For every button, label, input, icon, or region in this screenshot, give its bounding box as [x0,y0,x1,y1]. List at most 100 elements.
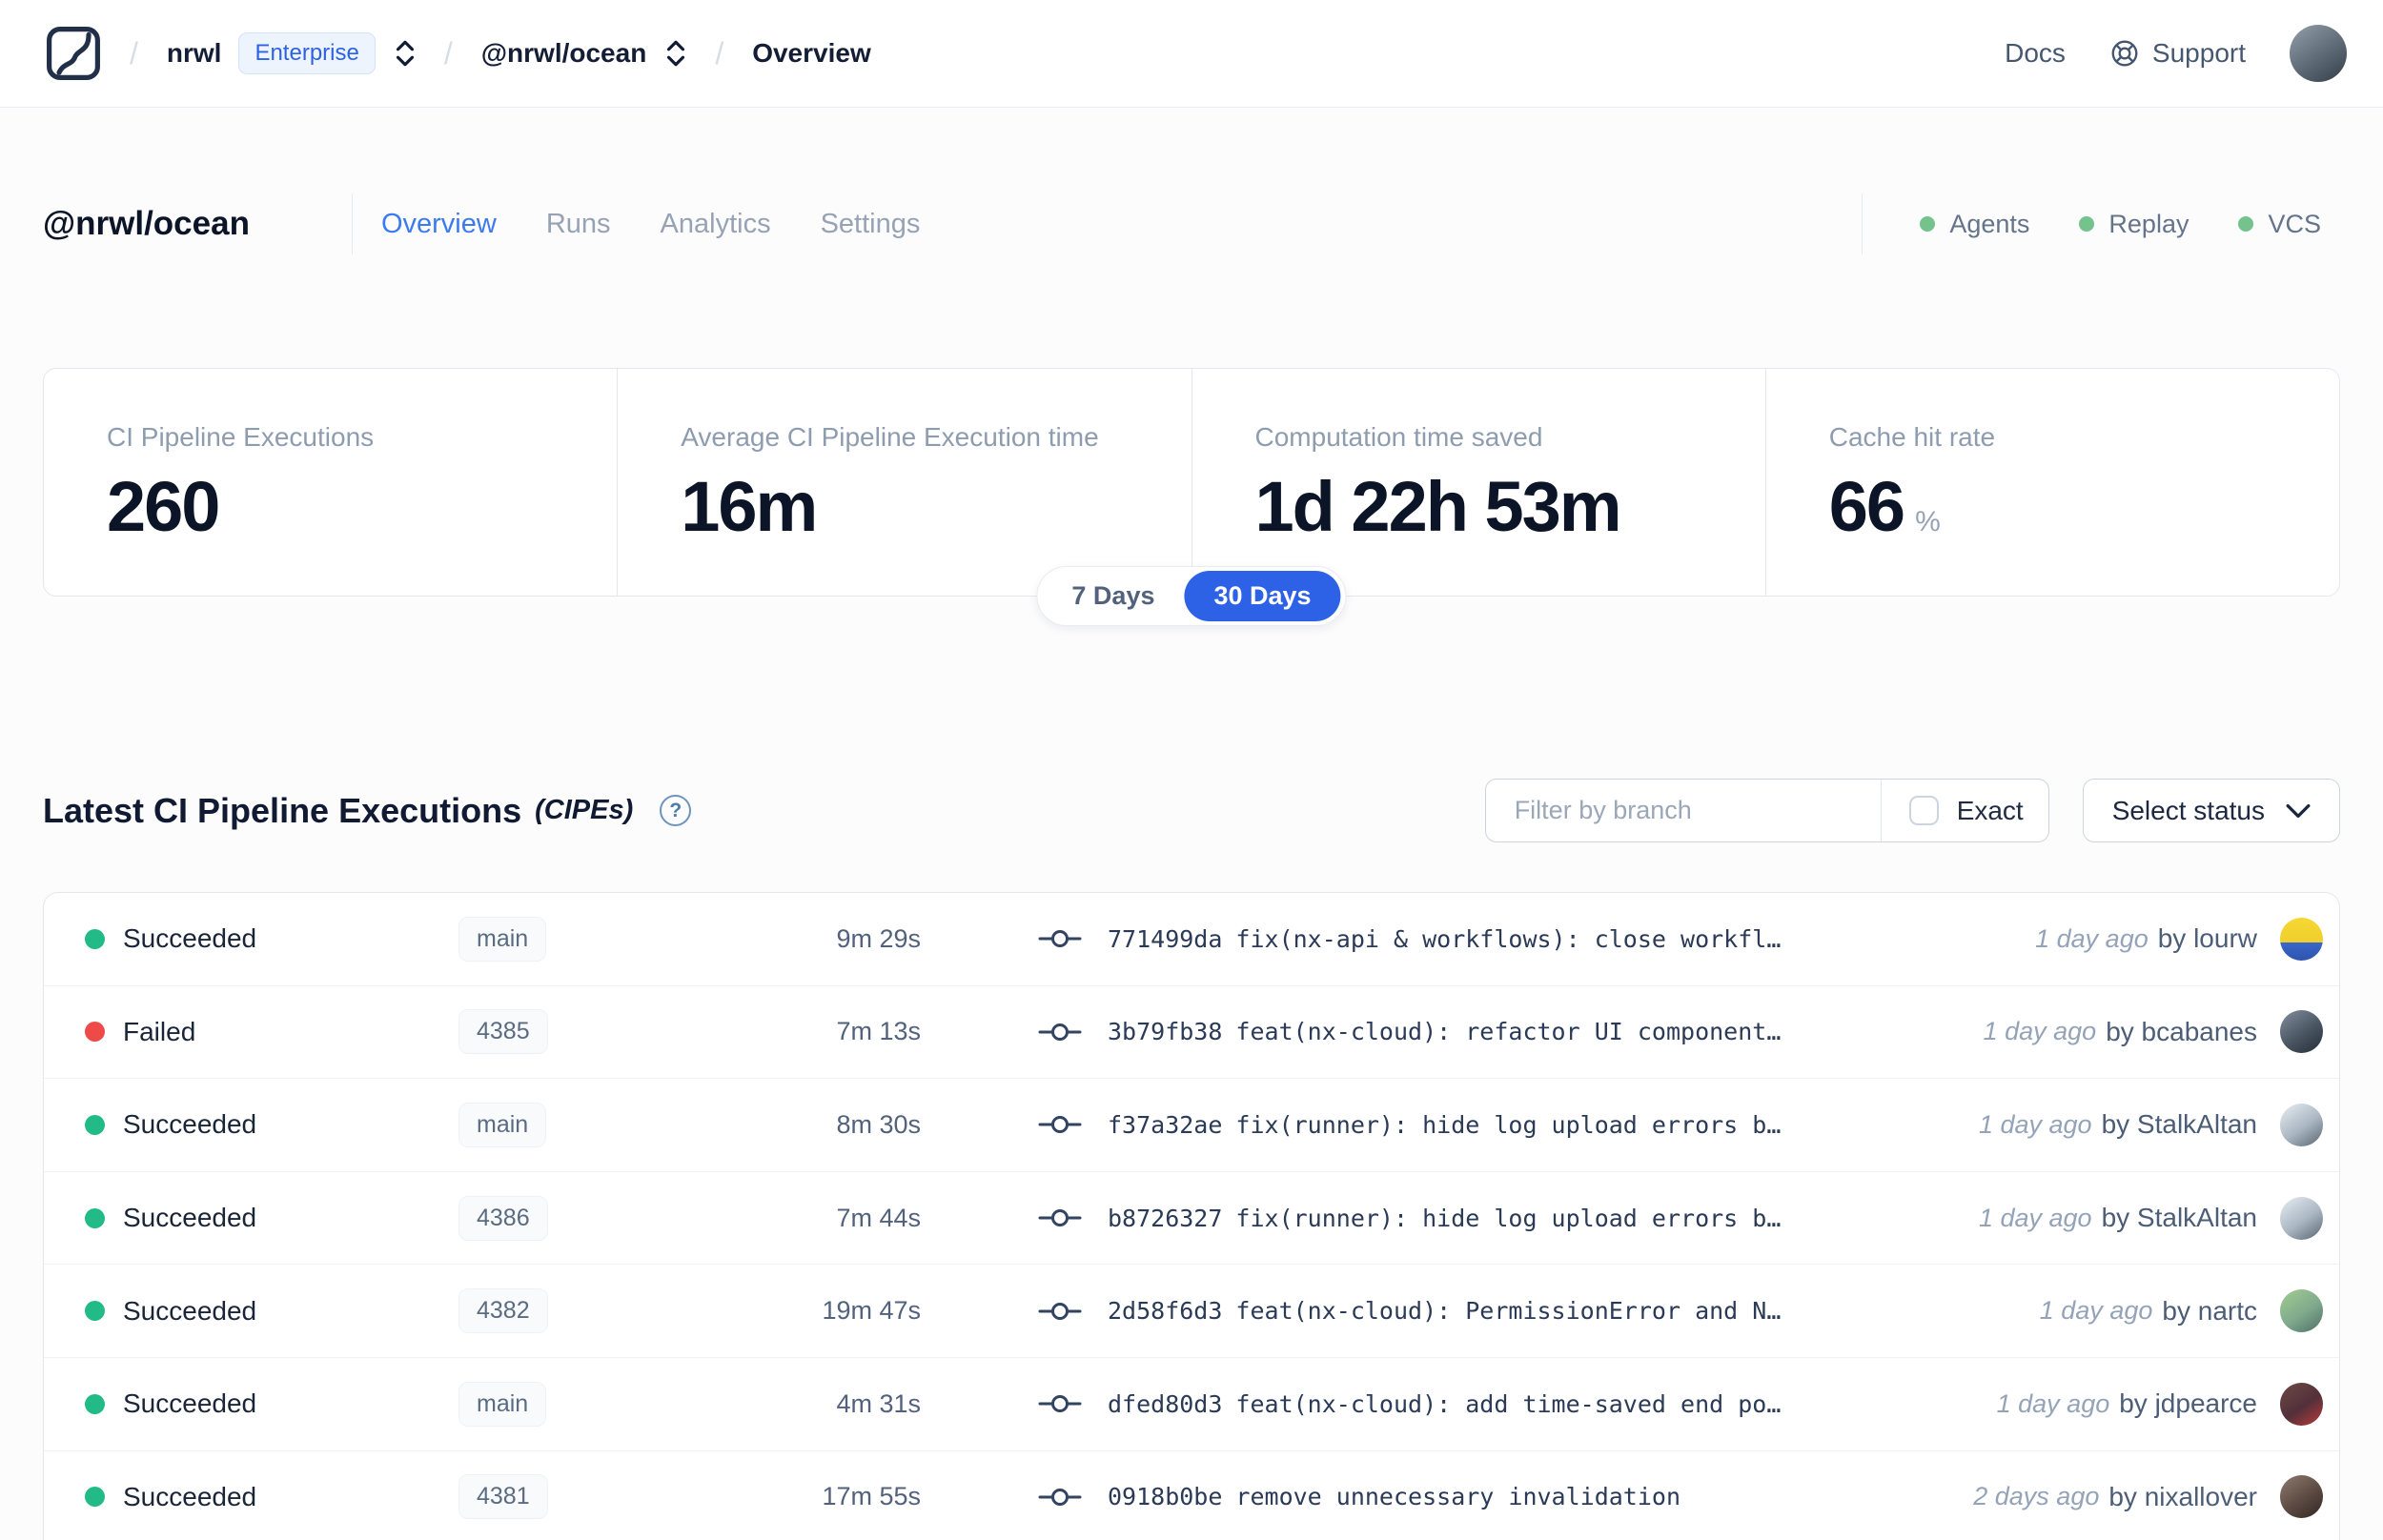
nx-cloud-logo-icon[interactable] [46,26,101,81]
integration-vcs[interactable]: VCS [2238,210,2321,239]
cipe-section: Latest CI Pipeline Executions (CIPEs) ? … [43,779,2340,1540]
branch-chip[interactable]: main [458,1381,547,1427]
commit-subject: feat(nx-cloud): add time-saved end po… [1235,1389,1782,1418]
avatar [2280,1196,2323,1240]
integration-replay[interactable]: Replay [2079,210,2189,239]
commit-icon [1038,1391,1082,1416]
meta-cell: 1 day ago by bcabanes [1983,1010,2339,1054]
branch-filter-input[interactable] [1485,780,1881,841]
status-dot [85,1393,105,1414]
status-dot [85,928,105,949]
cipe-row[interactable]: Succeeded 4382 19m 47s 2d58f6d3 feat(nx-… [44,1265,2339,1358]
duration: 19m 47s [822,1296,921,1326]
support-label: Support [2151,38,2246,68]
meta-cell: 1 day ago by jdpearce [1997,1382,2339,1426]
branch-filter-group: Exact [1484,779,2049,842]
duration: 17m 55s [822,1482,921,1511]
avatar [2280,1289,2323,1333]
author: by StalkAltan [2101,1109,2257,1140]
org-switcher-icon[interactable] [395,38,416,69]
stat-value: 16m [681,467,818,546]
branch-chip[interactable]: 4385 [458,1009,548,1055]
main-content: @nrwl/ocean Overview Runs Analytics Sett… [0,192,2383,1540]
cipe-table: Succeeded main 9m 29s 771499da fix(nx-ap… [43,892,2340,1540]
commit-hash: f37a32ae [1108,1110,1223,1139]
commit-icon [1038,1206,1082,1230]
stat-card-cache-hit-rate: Cache hit rate 66% [1764,369,2339,596]
breadcrumb-org[interactable]: nrwl Enterprise [167,32,416,74]
commit-message[interactable]: 3b79fb38 feat(nx-cloud): refactor UI com… [1108,1018,1781,1045]
commit-hash: 771499da [1108,924,1223,953]
branch-chip[interactable]: 4381 [458,1474,548,1520]
cipe-row[interactable]: Succeeded main 4m 31s dfed80d3 feat(nx-c… [44,1358,2339,1451]
breadcrumb-workspace[interactable]: @nrwl/ocean [481,38,687,69]
commit-icon [1038,1299,1082,1324]
green-status-dot [2079,216,2095,232]
branch-chip[interactable]: 4386 [458,1195,548,1241]
status-select-dropdown[interactable]: Select status [2082,779,2340,842]
tab-settings[interactable]: Settings [805,199,936,250]
status-cell: Succeeded [44,1109,377,1140]
enterprise-badge: Enterprise [238,32,376,74]
author: by nartc [2162,1295,2257,1326]
cipe-row[interactable]: Succeeded 4381 17m 55s 0918b0be remove u… [44,1451,2339,1540]
workspace-tabs: Overview Runs Analytics Settings [366,199,954,250]
cipe-row[interactable]: Succeeded main 8m 30s f37a32ae fix(runne… [44,1079,2339,1172]
docs-link[interactable]: Docs [2005,38,2066,69]
range-option-30-days[interactable]: 30 Days [1184,571,1341,621]
stat-value: 66 [1828,467,1905,546]
lifebuoy-icon [2109,38,2140,69]
branch-chip[interactable]: 4382 [458,1288,548,1334]
commit-message[interactable]: dfed80d3 feat(nx-cloud): add time-saved … [1108,1390,1781,1418]
status-dot [85,1114,105,1135]
meta-cell: 1 day ago by lourw [2035,917,2339,961]
stat-card-computation-time-saved: Computation time saved 1d 22h 53m [1191,369,1765,596]
time-ago: 1 day ago [1978,1203,2092,1232]
time-ago: 1 day ago [2035,923,2149,953]
commit-message[interactable]: 771499da fix(nx-api & workflows): close … [1108,925,1781,953]
commit-icon [1038,1112,1082,1137]
commit-cell: 0918b0be remove unnecessary invalidation [1038,1483,1973,1510]
tab-analytics[interactable]: Analytics [645,199,786,250]
time-ago: 1 day ago [1983,1017,2097,1046]
exact-checkbox[interactable] [1908,796,1939,825]
commit-subject: feat(nx-cloud): refactor UI component… [1235,1018,1782,1046]
cipe-row[interactable]: Succeeded 4386 7m 44s b8726327 fix(runne… [44,1172,2339,1266]
meta-cell: 1 day ago by StalkAltan [1979,1103,2339,1146]
workspace-switcher-icon[interactable] [665,38,686,69]
commit-message[interactable]: 0918b0be remove unnecessary invalidation [1108,1483,1680,1510]
divider [1862,193,1864,254]
commit-cell: 3b79fb38 feat(nx-cloud): refactor UI com… [1038,1018,1984,1045]
cipe-row[interactable]: Succeeded main 9m 29s 771499da fix(nx-ap… [44,893,2339,986]
status-dot [85,1301,105,1322]
support-link[interactable]: Support [2109,38,2246,69]
help-icon[interactable]: ? [660,795,692,826]
avatar [2280,1103,2323,1146]
tab-runs[interactable]: Runs [531,199,626,250]
breadcrumb-page: Overview [752,38,871,68]
status-label: Succeeded [123,1388,257,1419]
cipe-row[interactable]: Failed 4385 7m 13s 3b79fb38 feat(nx-clou… [44,986,2339,1080]
commit-message[interactable]: 2d58f6d3 feat(nx-cloud): PermissionError… [1108,1297,1781,1325]
duration: 8m 30s [836,1109,921,1139]
commit-message[interactable]: f37a32ae fix(runner): hide log upload er… [1108,1111,1781,1139]
stats-section: CI Pipeline Executions 260 Average CI Pi… [43,368,2340,626]
status-cell: Succeeded [44,1388,377,1419]
commit-icon [1038,1020,1082,1044]
author: by lourw [2157,923,2257,954]
integration-agents[interactable]: Agents [1920,210,2029,239]
branch-chip[interactable]: main [458,916,547,962]
cipe-header: Latest CI Pipeline Executions (CIPEs) ? … [43,779,2340,842]
green-status-dot [2238,216,2254,232]
tab-overview[interactable]: Overview [366,199,512,250]
branch-cell: 4385 [377,1009,663,1055]
cipe-title-annotation: (CIPEs) [535,795,634,825]
navbar-actions: Docs Support [2005,25,2347,82]
workspace-header: @nrwl/ocean Overview Runs Analytics Sett… [43,192,2340,255]
user-avatar[interactable] [2290,25,2347,82]
branch-chip[interactable]: main [458,1102,547,1147]
commit-hash: 2d58f6d3 [1108,1297,1223,1326]
breadcrumb-separator: / [130,35,138,71]
commit-message[interactable]: b8726327 fix(runner): hide log upload er… [1108,1205,1781,1232]
range-option-7-days[interactable]: 7 Days [1042,571,1184,621]
